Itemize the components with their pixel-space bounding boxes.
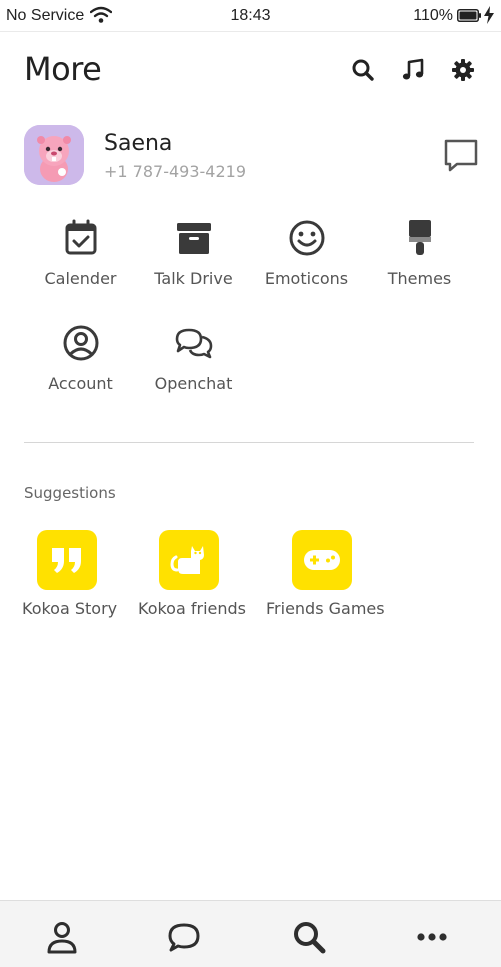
menu-item-openchat[interactable]: Openchat (137, 323, 250, 413)
search-icon[interactable] (291, 919, 327, 955)
menu-item-account[interactable]: Account (24, 323, 137, 413)
gear-icon[interactable] (450, 57, 476, 83)
suggestion-kokoa-friends[interactable]: Kokoa friends (138, 530, 246, 618)
battery-icon (457, 9, 481, 22)
charging-bolt-icon (484, 6, 494, 24)
archive-box-icon (176, 223, 211, 254)
profile-card[interactable]: Saena +1 787-493-4219 (24, 125, 479, 187)
music-icon[interactable] (400, 57, 426, 83)
suggestion-friends-games[interactable]: Friends Games (266, 530, 385, 618)
suggestions-title: Suggestions (24, 484, 116, 502)
menu-label-emoticons: Emoticons (264, 269, 349, 288)
menu-item-talk-drive[interactable]: Talk Drive (137, 218, 250, 308)
menu-label-calendar: Calender (44, 269, 117, 288)
avatar[interactable] (24, 125, 84, 185)
smiley-icon (289, 220, 324, 256)
paint-brush-icon (408, 220, 431, 255)
profile-name: Saena (104, 131, 173, 156)
user-circle-icon (63, 325, 98, 361)
kokoa-friends-tile (159, 530, 219, 590)
menu-label-openchat: Openchat (154, 374, 233, 393)
bottom-tab-bar (0, 900, 501, 967)
menu-item-calendar[interactable]: Calender (24, 218, 137, 308)
suggestion-label-kokoa-story: Kokoa Story (22, 599, 118, 618)
menu-item-themes[interactable]: Themes (363, 218, 476, 308)
suggestion-kokoa-story[interactable]: Kokoa Story (22, 530, 118, 618)
menu-label-account: Account (48, 374, 113, 393)
section-divider (24, 442, 474, 443)
menu-label-talk-drive: Talk Drive (154, 269, 233, 288)
menu-label-themes: Themes (387, 269, 452, 288)
profile-phone: +1 787-493-4219 (104, 162, 247, 181)
calendar-icon (65, 219, 96, 255)
menu-item-emoticons[interactable]: Emoticons (250, 218, 363, 308)
quote-icon (52, 548, 81, 573)
battery-percent: 110% (413, 7, 453, 24)
page-title: More (24, 50, 102, 88)
suggestion-label-friends-games: Friends Games (266, 599, 385, 618)
status-bar: No Service 18:43 110% (0, 0, 501, 32)
suggestion-label-kokoa-friends: Kokoa friends (138, 599, 246, 618)
kokoa-story-tile (37, 530, 97, 590)
beaver-character-image (24, 125, 84, 185)
cat-icon (170, 546, 204, 574)
gamepad-icon (304, 550, 340, 570)
chat-bubbles-icon (175, 328, 212, 359)
chat-icon[interactable] (443, 137, 479, 173)
chat-icon[interactable] (166, 919, 202, 955)
more-dots-icon[interactable] (414, 919, 450, 955)
friends-games-tile (292, 530, 352, 590)
search-icon[interactable] (350, 57, 376, 83)
page-header: More (24, 50, 479, 92)
person-icon[interactable] (44, 919, 80, 955)
